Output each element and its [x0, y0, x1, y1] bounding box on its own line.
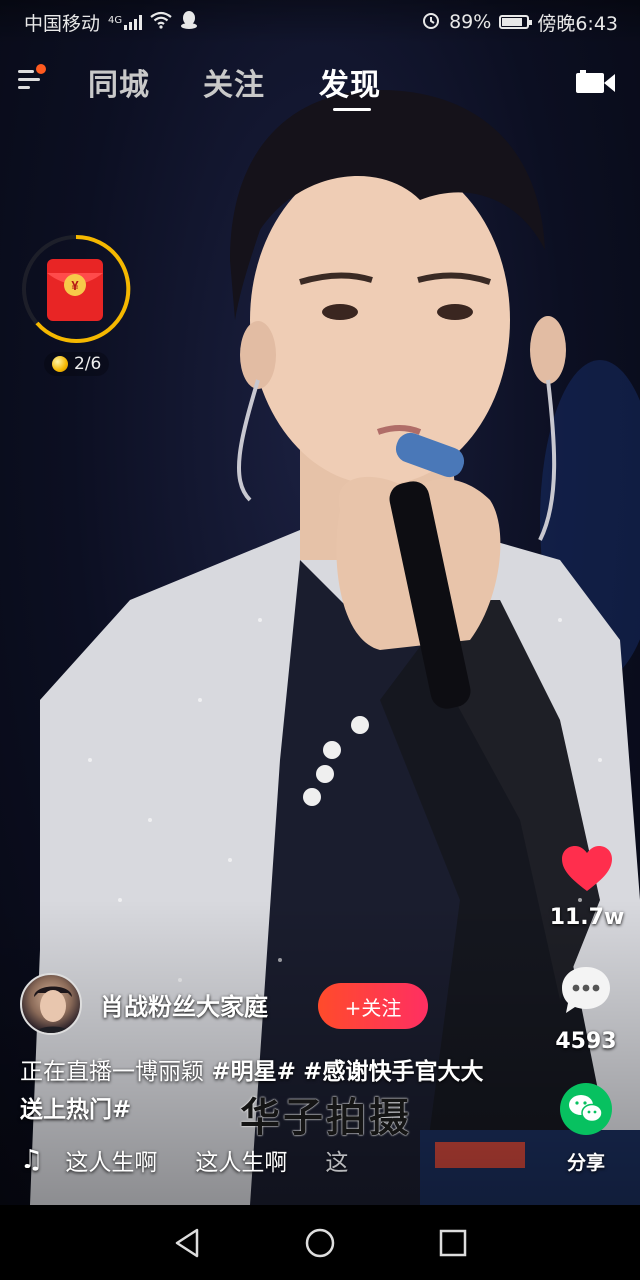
status-right: 89% 傍晚6:43 — [421, 9, 618, 36]
share-label: 分享 — [566, 1152, 605, 1174]
heart-icon — [562, 846, 612, 891]
battery-icon — [499, 15, 533, 29]
follow-button[interactable]: +关注 — [318, 983, 428, 1029]
author-name[interactable]: 肖战粉丝大家庭 — [100, 987, 268, 1022]
comment-bubble-icon — [562, 967, 610, 1013]
status-bar: 中国移动 4G 89% 傍晚6:43 — [0, 0, 640, 44]
battery-fill — [502, 18, 523, 26]
clock: 傍晚6:43 — [537, 12, 618, 35]
home-icon[interactable] — [300, 1223, 340, 1263]
recents-icon[interactable] — [433, 1223, 473, 1263]
active-tab-indicator — [333, 108, 371, 111]
music-text: 这 — [325, 1150, 349, 1176]
red-packet-widget[interactable]: ¥ — [20, 233, 132, 345]
share-action[interactable]: 分享 — [541, 1082, 631, 1175]
video-watermark: 华子拍摄 — [240, 1095, 412, 1141]
comment-count: 4593 — [555, 1029, 617, 1054]
tab-discover[interactable]: 发现 — [319, 60, 381, 104]
music-marquee[interactable]: ♫ 这人生啊 这人生啊 这 — [20, 1142, 370, 1178]
music-text: 这人生啊 — [65, 1150, 158, 1176]
music-text: 这人生啊 — [195, 1150, 288, 1176]
top-nav: 同城 关注 发现 — [0, 52, 640, 112]
system-nav-bar — [0, 1205, 640, 1280]
notification-dot — [36, 64, 46, 74]
tab-nearby[interactable]: 同城 — [88, 60, 150, 104]
alarm-icon — [421, 10, 441, 35]
status-left: 中国移动 4G — [24, 9, 198, 36]
hamburger-menu-icon[interactable] — [16, 64, 46, 94]
like-count: 11.7w — [549, 905, 625, 930]
wechat-icon — [560, 1083, 612, 1135]
author-row: 肖战粉丝大家庭 — [20, 972, 268, 1036]
red-packet-progress: 2/6 — [44, 352, 110, 376]
battery-percent: 89% — [449, 11, 492, 33]
tab-following[interactable]: 关注 — [203, 60, 265, 104]
hashtag-star[interactable]: #明星# — [211, 1059, 296, 1085]
avatar[interactable] — [20, 973, 82, 1035]
back-icon[interactable] — [167, 1223, 207, 1263]
music-note-icon: ♫ — [20, 1145, 44, 1175]
signal-icon — [124, 14, 143, 30]
qq-icon — [180, 10, 198, 35]
wifi-icon — [150, 11, 172, 34]
comment-action[interactable]: 4593 — [541, 965, 631, 1054]
coin-icon — [52, 356, 68, 372]
red-packet-progress-text: 2/6 — [74, 354, 102, 374]
red-envelope-icon: ¥ — [22, 234, 131, 343]
network-type: 4G — [108, 14, 123, 26]
svg-text:¥: ¥ — [71, 278, 79, 293]
like-action[interactable]: 11.7w — [542, 845, 632, 930]
caption-text: 正在直播一博丽颖 — [20, 1059, 212, 1085]
camera-icon[interactable] — [576, 68, 616, 98]
carrier-name: 中国移动 — [24, 12, 101, 35]
